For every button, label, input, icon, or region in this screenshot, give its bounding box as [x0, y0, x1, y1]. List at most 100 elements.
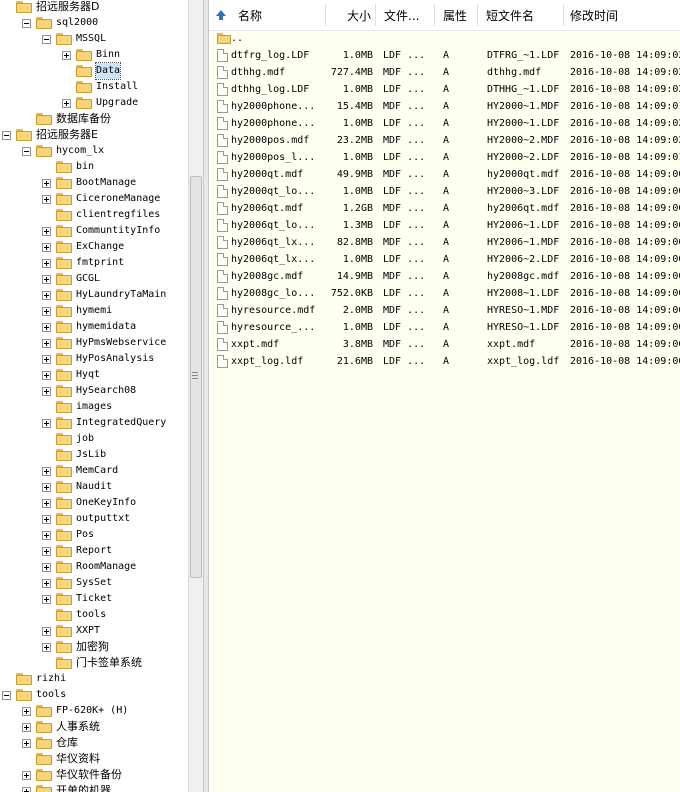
- expand-icon[interactable]: [42, 483, 51, 492]
- file-row[interactable]: dthhg_log.LDF 1.0MB LDF ... A DTHHG_~1.LDF 20…: [209, 81, 680, 98]
- tree-node[interactable]: Binn: [0, 47, 188, 63]
- tree-node[interactable]: BootManage: [0, 175, 188, 191]
- file-row[interactable]: hy2000phone... 15.4MB MDF ... A HY2000~1.MDF…: [209, 98, 680, 115]
- parent-directory-row[interactable]: ..: [209, 30, 680, 47]
- file-row[interactable]: hy2000qt.mdf 49.9MB MDF ... Ahy2000qt.mdf 20…: [209, 166, 680, 183]
- expand-icon[interactable]: [42, 339, 51, 348]
- tree-node[interactable]: hycom_lx: [0, 143, 188, 159]
- column-divider[interactable]: [477, 4, 478, 26]
- tree-node[interactable]: outputtxt: [0, 511, 188, 527]
- expand-icon[interactable]: [22, 723, 31, 732]
- tree-node[interactable]: 数据库备份: [0, 111, 188, 127]
- tree-node[interactable]: Pos: [0, 527, 188, 543]
- tree-node[interactable]: MSSQL: [0, 31, 188, 47]
- expand-icon[interactable]: [42, 291, 51, 300]
- column-header-type[interactable]: 文件...: [384, 6, 419, 26]
- expand-icon[interactable]: [42, 627, 51, 636]
- file-row[interactable]: hy2000qt_lo... 1.0MB LDF ... A HY2000~3.LDF 2…: [209, 183, 680, 200]
- file-row[interactable]: hy2000phone... 1.0MB LDF ... A HY2000~1.LDF 2…: [209, 115, 680, 132]
- column-header-modified[interactable]: 修改时间: [570, 6, 618, 26]
- column-divider[interactable]: [325, 4, 326, 26]
- expand-icon[interactable]: [42, 563, 51, 572]
- column-divider[interactable]: [434, 4, 435, 26]
- tree-node[interactable]: clientregfiles: [0, 207, 188, 223]
- tree-node[interactable]: MemCard: [0, 463, 188, 479]
- tree-node[interactable]: IntegratedQuery: [0, 415, 188, 431]
- column-header-attributes[interactable]: 属性: [443, 6, 467, 26]
- tree-node[interactable]: 加密狗: [0, 639, 188, 655]
- tree-scrollbar[interactable]: [188, 0, 204, 792]
- expand-icon[interactable]: [42, 419, 51, 428]
- file-row[interactable]: hy2006qt_lx... 82.8MB MDF ... A HY2006~1.MDF…: [209, 234, 680, 251]
- tree-node[interactable]: Upgrade: [0, 95, 188, 111]
- tree-node[interactable]: Hyqt: [0, 367, 188, 383]
- file-row[interactable]: hy2006qt_lx... 1.0MB LDF ... A HY2006~2.LDF 2…: [209, 251, 680, 268]
- expand-icon[interactable]: [42, 515, 51, 524]
- tree-node[interactable]: rizhi: [0, 671, 188, 687]
- file-row[interactable]: hyresource_... 1.0MB LDF ... A HYRESO~1.LDF 2…: [209, 319, 680, 336]
- tree-node[interactable]: Install: [0, 79, 188, 95]
- file-row[interactable]: xxpt.mdf 3.8MB MDF ... Axxpt.mdf 2016-10-08 …: [209, 336, 680, 353]
- tree-node[interactable]: tools: [0, 607, 188, 623]
- expand-icon[interactable]: [42, 643, 51, 652]
- expand-icon[interactable]: [42, 275, 51, 284]
- tree-node[interactable]: images: [0, 399, 188, 415]
- expand-icon[interactable]: [42, 195, 51, 204]
- tree-node[interactable]: 华仪资料: [0, 751, 188, 767]
- tree-node[interactable]: 门卡签单系统: [0, 655, 188, 671]
- expand-icon[interactable]: [42, 371, 51, 380]
- tree-node[interactable]: HyPosAnalysis: [0, 351, 188, 367]
- collapse-icon[interactable]: [22, 19, 31, 28]
- expand-icon[interactable]: [42, 547, 51, 556]
- expand-icon[interactable]: [42, 323, 51, 332]
- tree-node[interactable]: HySearch08: [0, 383, 188, 399]
- expand-icon[interactable]: [42, 387, 51, 396]
- tree-node[interactable]: SysSet: [0, 575, 188, 591]
- expand-icon[interactable]: [42, 179, 51, 188]
- file-row[interactable]: hy2008gc_lo... 752.0KB LDF ... A HY2008~1.LD…: [209, 285, 680, 302]
- tree-node[interactable]: job: [0, 431, 188, 447]
- tree-node[interactable]: CiceroneManage: [0, 191, 188, 207]
- tree-node[interactable]: Report: [0, 543, 188, 559]
- collapse-icon[interactable]: [2, 131, 11, 140]
- tree-node[interactable]: GCGL: [0, 271, 188, 287]
- tree-node[interactable]: fmtprint: [0, 255, 188, 271]
- expand-icon[interactable]: [42, 243, 51, 252]
- tree-node[interactable]: HyLaundryTaMain: [0, 287, 188, 303]
- tree-node[interactable]: Naudit: [0, 479, 188, 495]
- expand-icon[interactable]: [22, 707, 31, 716]
- tree-node[interactable]: Data: [0, 62, 188, 80]
- expand-icon[interactable]: [42, 227, 51, 236]
- file-row[interactable]: hy2006qt.mdf 1.2GB MDF ... Ahy2006qt.mdf 201…: [209, 200, 680, 217]
- tree-node[interactable]: tools: [0, 687, 188, 703]
- file-row[interactable]: dtfrg_log.LDF 1.0MB LDF ... A DTFRG_~1.LDF 20…: [209, 47, 680, 64]
- tree-node[interactable]: RoomManage: [0, 559, 188, 575]
- file-row[interactable]: hy2008gc.mdf 14.9MB MDF ... Ahy2008gc.mdf 20…: [209, 268, 680, 285]
- file-list-pane[interactable]: 名称 大小 文件... 属性 短文件名 修改时间 .. dtfrg_log.LD…: [209, 0, 680, 792]
- tree-node[interactable]: bin: [0, 159, 188, 175]
- file-row[interactable]: hyresource.mdf 2.0MB MDF ... A HYRESO~1.MDF 2…: [209, 302, 680, 319]
- tree-node[interactable]: JsLib: [0, 447, 188, 463]
- collapse-icon[interactable]: [42, 35, 51, 44]
- file-row[interactable]: hy2006qt_lo... 1.3MB LDF ... A HY2006~1.LDF 2…: [209, 217, 680, 234]
- collapse-icon[interactable]: [22, 147, 31, 156]
- expand-icon[interactable]: [22, 787, 31, 792]
- tree-node[interactable]: HyPmsWebservice: [0, 335, 188, 351]
- column-divider[interactable]: [375, 4, 376, 26]
- tree-node[interactable]: XXPT: [0, 623, 188, 639]
- tree-node[interactable]: Ticket: [0, 591, 188, 607]
- tree-node[interactable]: 招远服务器E: [0, 127, 188, 143]
- tree-node[interactable]: CommuntityInfo: [0, 223, 188, 239]
- expand-icon[interactable]: [22, 771, 31, 780]
- tree-node[interactable]: sql2000: [0, 15, 188, 31]
- tree-node[interactable]: 仓库: [0, 735, 188, 751]
- tree-node[interactable]: hymemidata: [0, 319, 188, 335]
- collapse-icon[interactable]: [2, 691, 11, 700]
- column-header-size[interactable]: 大小: [347, 6, 371, 26]
- file-row[interactable]: hy2000pos.mdf 23.2MB MDF ... A HY2000~2.MDF 2…: [209, 132, 680, 149]
- file-row[interactable]: hy2000pos_l... 1.0MB LDF ... A HY2000~2.LDF 2…: [209, 149, 680, 166]
- tree-node[interactable]: ExChange: [0, 239, 188, 255]
- expand-icon[interactable]: [42, 499, 51, 508]
- expand-icon[interactable]: [42, 259, 51, 268]
- expand-icon[interactable]: [42, 595, 51, 604]
